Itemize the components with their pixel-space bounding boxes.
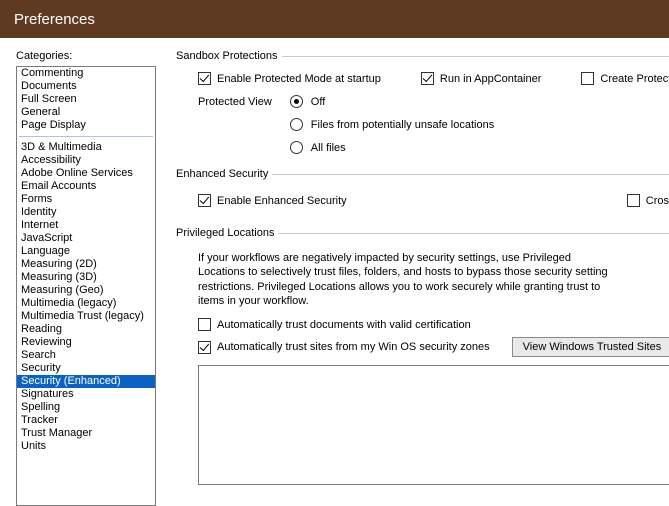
category-item[interactable]: Spelling — [17, 401, 155, 414]
privileged-legend: Privileged Locations — [176, 227, 278, 239]
checkbox-label: Automatically trust sites from my Win OS… — [217, 341, 490, 353]
radio-icon — [290, 118, 303, 131]
enhanced-group: Enhanced Security Enable Enhanced Securi… — [176, 168, 669, 213]
category-item[interactable]: Tracker — [17, 414, 155, 427]
checkbox-icon — [198, 72, 211, 85]
category-item[interactable]: Signatures — [17, 388, 155, 401]
category-item[interactable]: Internet — [17, 219, 155, 232]
auto-trust-cert-checkbox[interactable]: Automatically trust documents with valid… — [198, 318, 471, 331]
checkbox-label: Enable Protected Mode at startup — [217, 73, 381, 85]
sandbox-legend: Sandbox Protections — [176, 50, 282, 62]
category-item[interactable]: Reading — [17, 323, 155, 336]
create-log-checkbox[interactable]: Create Protected Mode log fil — [581, 72, 669, 85]
category-item[interactable]: Page Display — [17, 119, 155, 132]
protected-view-unsafe-radio[interactable]: Files from potentially unsafe locations — [290, 118, 494, 131]
category-item[interactable]: Documents — [17, 80, 155, 93]
sandbox-group: Sandbox Protections Enable Protected Mod… — [176, 50, 669, 154]
category-item[interactable]: Multimedia (legacy) — [17, 297, 155, 310]
auto-trust-sites-checkbox[interactable]: Automatically trust sites from my Win OS… — [198, 341, 490, 354]
category-item[interactable]: Accessibility — [17, 154, 155, 167]
category-item[interactable]: Measuring (2D) — [17, 258, 155, 271]
category-item[interactable]: Commenting — [17, 67, 155, 80]
category-item[interactable]: Full Screen — [17, 93, 155, 106]
category-item[interactable]: General — [17, 106, 155, 119]
checkbox-label: Create Protected Mode log fil — [600, 73, 669, 85]
protected-view-all-radio[interactable]: All files — [290, 141, 494, 154]
run-in-appcontainer-checkbox[interactable]: Run in AppContainer — [421, 72, 542, 85]
privileged-description: If your workflows are negatively impacte… — [198, 251, 618, 308]
checkbox-icon — [627, 194, 640, 207]
category-item[interactable]: Multimedia Trust (legacy) — [17, 310, 155, 323]
privileged-locations-list[interactable] — [198, 365, 669, 485]
view-trusted-sites-button[interactable]: View Windows Trusted Sites — [512, 337, 669, 357]
category-item[interactable]: Trust Manager — [17, 427, 155, 440]
category-item[interactable]: Email Accounts — [17, 180, 155, 193]
protected-view-label: Protected View — [198, 95, 272, 108]
category-item[interactable]: Reviewing — [17, 336, 155, 349]
category-divider — [19, 136, 153, 137]
radio-icon — [290, 141, 303, 154]
category-item[interactable]: 3D & Multimedia — [17, 141, 155, 154]
protected-view-options: Off Files from potentially unsafe locati… — [290, 95, 494, 154]
category-item[interactable]: Security (Enhanced) — [17, 375, 155, 388]
categories-listbox[interactable]: CommentingDocumentsFull ScreenGeneralPag… — [16, 66, 156, 506]
category-item[interactable]: Security — [17, 362, 155, 375]
checkbox-label: Enable Enhanced Security — [217, 195, 347, 207]
checkbox-icon — [581, 72, 594, 85]
sidebar: Categories: CommentingDocumentsFull Scre… — [16, 50, 156, 500]
checkbox-icon — [198, 318, 211, 331]
category-item[interactable]: JavaScript — [17, 232, 155, 245]
radio-label: All files — [311, 142, 346, 154]
checkbox-label: Run in AppContainer — [440, 73, 542, 85]
category-item[interactable]: Forms — [17, 193, 155, 206]
title-bar: Preferences — [0, 0, 669, 38]
category-item[interactable]: Identity — [17, 206, 155, 219]
protected-view-off-radio[interactable]: Off — [290, 95, 494, 108]
radio-label: Off — [311, 96, 325, 108]
checkbox-label: Automatically trust documents with valid… — [217, 319, 471, 331]
main-panel: Sandbox Protections Enable Protected Mod… — [156, 50, 669, 500]
enable-enhanced-security-checkbox[interactable]: Enable Enhanced Security — [198, 194, 347, 207]
categories-label: Categories: — [16, 50, 156, 62]
window-title: Preferences — [14, 11, 95, 28]
privileged-group: Privileged Locations If your workflows a… — [176, 227, 669, 485]
radio-label: Files from potentially unsafe locations — [311, 119, 494, 131]
checkbox-icon — [198, 194, 211, 207]
enable-protected-mode-checkbox[interactable]: Enable Protected Mode at startup — [198, 72, 381, 85]
category-item[interactable]: Search — [17, 349, 155, 362]
dialog-body: Categories: CommentingDocumentsFull Scre… — [0, 38, 669, 500]
radio-icon — [290, 95, 303, 108]
category-item[interactable]: Language — [17, 245, 155, 258]
category-item[interactable]: Units — [17, 440, 155, 453]
checkbox-label: Cros — [646, 195, 669, 207]
category-item[interactable]: Measuring (Geo) — [17, 284, 155, 297]
checkbox-icon — [421, 72, 434, 85]
category-item[interactable]: Adobe Online Services — [17, 167, 155, 180]
enhanced-legend: Enhanced Security — [176, 168, 272, 180]
cross-domain-checkbox[interactable]: Cros — [627, 194, 669, 207]
category-item[interactable]: Measuring (3D) — [17, 271, 155, 284]
checkbox-icon — [198, 341, 211, 354]
